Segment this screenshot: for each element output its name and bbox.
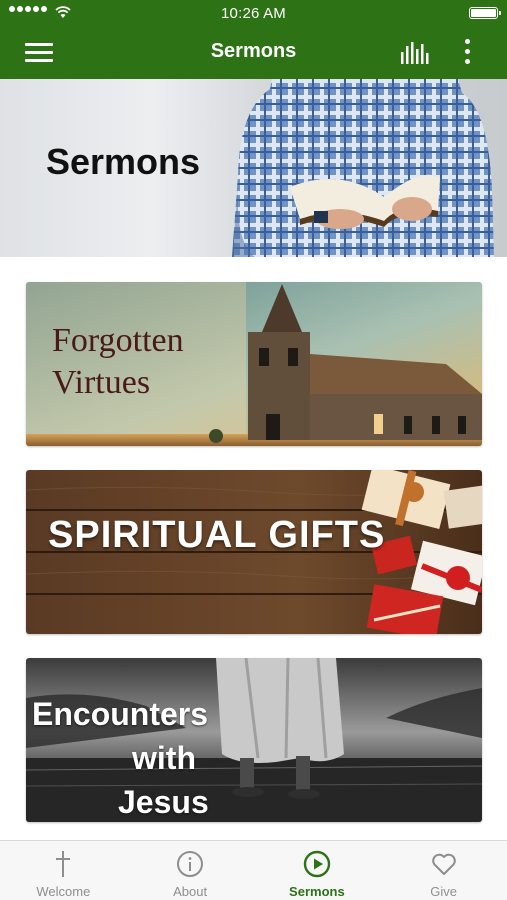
tab-give[interactable]: Give: [380, 841, 507, 900]
battery-icon: [469, 7, 501, 19]
heart-icon: [431, 853, 456, 875]
status-bar: 10:26 AM: [0, 0, 507, 26]
sermon-title: Encounters with Jesus: [32, 696, 209, 820]
more-vertical-icon[interactable]: [457, 38, 477, 66]
page-title: Sermons: [210, 40, 297, 62]
sermon-card-encounters-with-jesus[interactable]: Encounters with Jesus: [26, 658, 482, 822]
hamburger-menu-icon[interactable]: [25, 41, 53, 63]
cross-icon: [56, 851, 71, 877]
tab-label: About: [173, 884, 208, 899]
tab-label: Welcome: [36, 884, 91, 899]
equalizer-icon[interactable]: [400, 40, 430, 64]
app-bar: Sermons: [0, 26, 507, 79]
sermon-card-forgotten-virtues[interactable]: Forgotten Virtues: [26, 282, 482, 446]
sermon-title: Forgotten Virtues: [52, 322, 184, 401]
tab-welcome[interactable]: Welcome: [0, 841, 127, 900]
info-icon: [177, 851, 204, 877]
play-circle-icon: [303, 850, 331, 878]
sermon-card-spiritual-gifts[interactable]: SPIRITUAL GIFTS: [26, 470, 482, 634]
sermon-title: SPIRITUAL GIFTS: [48, 514, 386, 556]
bottom-tab-bar: Welcome About Sermons Give: [0, 840, 507, 900]
hero-title: Sermons: [46, 141, 201, 182]
hero-banner: Sermons: [0, 79, 507, 257]
status-time: 10:26 AM: [221, 5, 286, 22]
tab-sermons[interactable]: Sermons: [254, 841, 381, 900]
tab-label: Give: [430, 884, 457, 899]
tab-label: Sermons: [289, 884, 345, 899]
tab-about[interactable]: About: [127, 841, 254, 900]
